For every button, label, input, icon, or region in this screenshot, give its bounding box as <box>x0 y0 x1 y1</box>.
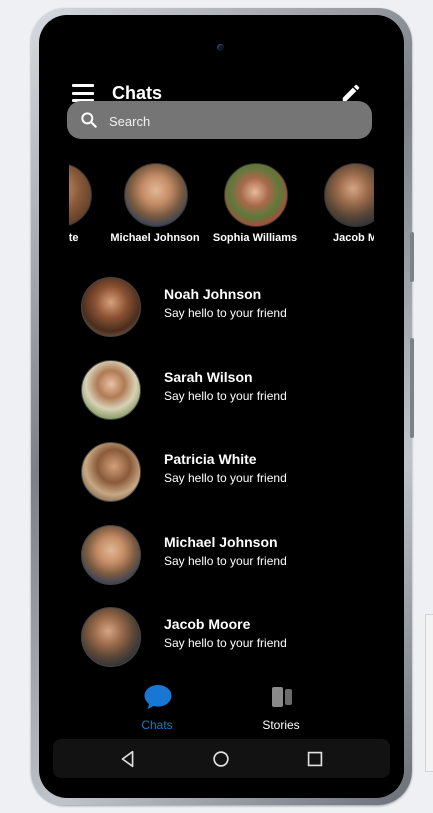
chat-preview: Say hello to your friend <box>164 471 287 485</box>
story-item[interactable]: Michael Johnson <box>105 161 205 251</box>
chat-preview: Say hello to your friend <box>164 636 287 650</box>
avatar <box>81 360 141 420</box>
chat-name: Sarah Wilson <box>164 369 253 385</box>
background-panel-edge <box>425 614 433 772</box>
search-bar[interactable] <box>67 101 372 141</box>
back-icon[interactable] <box>117 748 139 770</box>
avatar <box>69 163 92 227</box>
chat-list-item[interactable]: Noah Johnson Say hello to your friend <box>81 277 381 339</box>
chat-name: Noah Johnson <box>164 286 262 302</box>
chat-name: Jacob Moore <box>164 616 251 632</box>
chat-bubble-icon <box>144 685 172 709</box>
tab-chats[interactable]: Chats <box>112 679 202 735</box>
chat-list-item[interactable]: Patricia White Say hello to your friend <box>81 442 381 504</box>
volume-button <box>410 232 414 282</box>
avatar <box>124 163 188 227</box>
tab-stories[interactable]: Stories <box>236 679 326 735</box>
avatar <box>81 525 141 585</box>
chat-name: Michael Johnson <box>164 534 278 550</box>
story-name: Jacob M <box>332 232 374 244</box>
avatar <box>324 163 374 227</box>
chat-name: Patricia White <box>164 451 257 467</box>
avatar <box>81 277 141 337</box>
chat-list-item[interactable]: Jacob Moore Say hello to your friend <box>81 607 381 669</box>
avatar <box>81 442 141 502</box>
chat-preview: Say hello to your friend <box>164 389 287 403</box>
recent-apps-icon[interactable] <box>304 748 326 770</box>
power-button <box>410 338 414 438</box>
avatar <box>224 163 288 227</box>
tab-label: Stories <box>262 718 300 732</box>
chat-preview: Say hello to your friend <box>164 554 287 568</box>
search-icon <box>81 112 97 128</box>
menu-icon[interactable] <box>72 84 94 102</box>
home-icon[interactable] <box>210 748 232 770</box>
chat-list-item[interactable]: Michael Johnson Say hello to your friend <box>81 525 381 587</box>
search-input[interactable] <box>107 101 361 141</box>
phone-screen: Chats a White Michael Johnson Sophia Wil… <box>39 15 404 798</box>
stories-row[interactable]: a White Michael Johnson Sophia Williams … <box>69 161 374 251</box>
chat-preview: Say hello to your friend <box>164 306 287 320</box>
avatar <box>81 607 141 667</box>
tab-label: Chats <box>141 718 173 732</box>
stories-icon <box>272 687 292 707</box>
story-item[interactable]: Jacob M <box>305 161 374 251</box>
front-camera <box>217 44 224 51</box>
chat-list-item[interactable]: Sarah Wilson Say hello to your friend <box>81 360 381 422</box>
system-navigation-bar <box>53 739 390 778</box>
story-item[interactable]: Sophia Williams <box>205 161 305 251</box>
